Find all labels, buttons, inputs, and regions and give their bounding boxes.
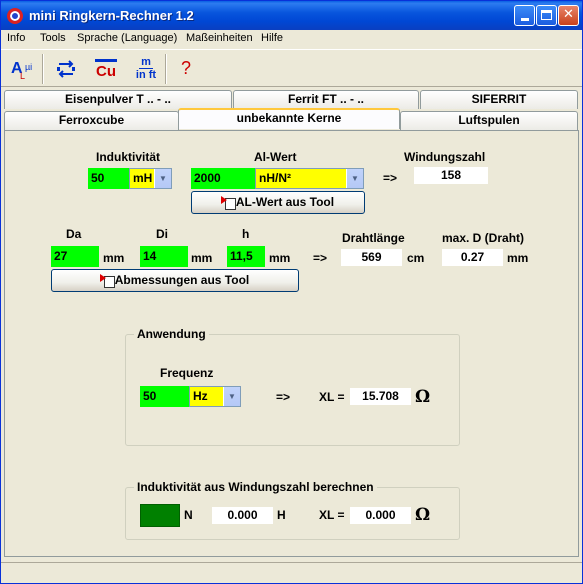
drahtlaenge-output: 569 [341, 249, 402, 266]
xl-label: XL = [319, 390, 345, 404]
maximize-icon [541, 10, 552, 20]
chevron-down-icon[interactable]: ▼ [346, 169, 363, 188]
menu-language[interactable]: Sprache (Language) [77, 32, 177, 44]
alwert-label: Al-Wert [254, 150, 297, 164]
question-icon: ? [180, 58, 191, 78]
menu-bar: Info Tools Sprache (Language) Maßeinheit… [1, 30, 582, 48]
xl-output: 15.708 [350, 388, 411, 405]
drahtlaenge-label: Drahtlänge [342, 231, 405, 245]
copper-tool-button[interactable]: Cu [90, 53, 122, 85]
units-icon-bottom: in ft [135, 69, 157, 81]
tab-panel: Induktivität 50 mH ▼ Al-Wert 2000 nH/N² … [4, 130, 579, 557]
inductance-from-turns-title: Induktivität aus Windungszahl berechnen [134, 480, 377, 494]
minimize-icon [520, 18, 529, 21]
henry-output: 0.000 [212, 507, 273, 524]
close-button[interactable]: ✕ [558, 5, 579, 26]
ohm-icon: Ω [415, 387, 431, 407]
chevron-down-icon[interactable]: ▼ [223, 387, 240, 406]
toolbar-separator [165, 54, 167, 84]
max-diameter-label: max. D (Draht) [442, 231, 525, 245]
chevron-down-icon[interactable]: ▼ [154, 169, 171, 188]
alwert-unit-value: nH/N² [259, 171, 291, 185]
max-diameter-output: 0.27 [442, 249, 503, 266]
app-icon [7, 8, 23, 24]
al-icon-mu: µi [25, 62, 33, 72]
tab-siferrit[interactable]: SIFERRIT [420, 90, 578, 109]
menu-help[interactable]: Hilfe [261, 32, 283, 44]
tab-ferroxcube[interactable]: Ferroxcube [4, 111, 179, 130]
dimensions-from-tool-label: Abmessungen aus Tool [114, 273, 250, 287]
tab-ferrit[interactable]: Ferrit FT .. - .. [233, 90, 419, 109]
da-unit: mm [103, 251, 125, 265]
draht-arrow: => [313, 251, 328, 265]
toolbar: A L µi Cu m in ft ? [1, 49, 582, 87]
windungen-label: Windungszahl [404, 150, 486, 164]
da-input[interactable]: 27 [51, 246, 99, 267]
anwendung-group: Anwendung Frequenz 50 Hz ▼ => XL = 15.70… [125, 327, 460, 446]
converter-tool-button[interactable] [50, 53, 82, 85]
henry-label: H [277, 508, 286, 522]
ohm-icon: Ω [415, 505, 431, 525]
alwert-from-tool-label: AL-Wert aus Tool [235, 195, 335, 209]
da-label: Da [66, 227, 82, 241]
turns-input[interactable] [140, 504, 180, 527]
help-tool-button[interactable]: ? [170, 53, 202, 85]
frequency-label: Frequenz [160, 366, 214, 380]
window-title: mini Ringkern-Rechner 1.2 [29, 8, 194, 23]
frequency-unit-select[interactable]: Hz ▼ [189, 386, 241, 407]
copper-icon-bar [95, 59, 117, 62]
import-tool-icon [99, 274, 115, 288]
inductance-label: Induktivität [96, 150, 161, 164]
inductance-unit-value: mH [133, 171, 153, 185]
menu-units[interactable]: Maßeinheiten [186, 32, 253, 44]
di-label: Di [156, 227, 168, 241]
copper-icon: Cu [96, 63, 116, 80]
dimensions-from-tool-button[interactable]: Abmessungen aus Tool [51, 269, 299, 292]
frequency-input[interactable]: 50 [140, 386, 190, 407]
anwendung-title: Anwendung [134, 327, 209, 341]
xl-arrow: => [276, 390, 291, 404]
inductance-unit-select[interactable]: mH ▼ [129, 168, 172, 189]
menu-tools[interactable]: Tools [40, 32, 66, 44]
units-icon-top: m [139, 56, 153, 69]
minimize-button[interactable] [514, 5, 535, 26]
import-tool-icon [220, 196, 236, 210]
tab-eisenpulver[interactable]: Eisenpulver T .. - .. [4, 90, 232, 109]
al-icon-sub: L [20, 71, 26, 81]
alwert-input[interactable]: 2000 [191, 168, 256, 189]
h-label: h [242, 227, 250, 241]
toolbar-separator [42, 54, 44, 84]
frequency-unit-value: Hz [193, 389, 208, 403]
xl2-output: 0.000 [350, 507, 411, 524]
app-window: mini Ringkern-Rechner 1.2 ✕ Info Tools S… [0, 0, 583, 584]
title-bar[interactable]: mini Ringkern-Rechner 1.2 ✕ [1, 1, 582, 30]
status-bar [1, 562, 582, 583]
inductance-input[interactable]: 50 [88, 168, 130, 189]
h-input[interactable]: 11,5 [227, 246, 265, 267]
di-unit: mm [191, 251, 213, 265]
inductance-from-turns-group: Induktivität aus Windungszahl berechnen … [125, 480, 460, 540]
windungen-output: 158 [414, 167, 488, 184]
maximize-button[interactable] [536, 5, 557, 26]
max-diameter-unit: mm [507, 251, 529, 265]
di-input[interactable]: 14 [140, 246, 188, 267]
tab-luftspulen[interactable]: Luftspulen [400, 111, 578, 130]
turns-label: N [184, 508, 193, 522]
drahtlaenge-unit: cm [407, 251, 425, 265]
menu-info[interactable]: Info [7, 32, 25, 44]
alwert-unit-select[interactable]: nH/N² ▼ [255, 168, 364, 189]
xl2-label: XL = [319, 508, 345, 522]
h-unit: mm [269, 251, 291, 265]
converter-icon [57, 60, 75, 78]
al-tool-button[interactable]: A L µi [7, 53, 39, 85]
alwert-from-tool-button[interactable]: AL-Wert aus Tool [191, 191, 365, 214]
tab-unbekannte-kerne[interactable]: unbekannte Kerne [178, 108, 400, 129]
units-tool-button[interactable]: m in ft [130, 53, 162, 85]
windungen-arrow: => [383, 171, 398, 185]
